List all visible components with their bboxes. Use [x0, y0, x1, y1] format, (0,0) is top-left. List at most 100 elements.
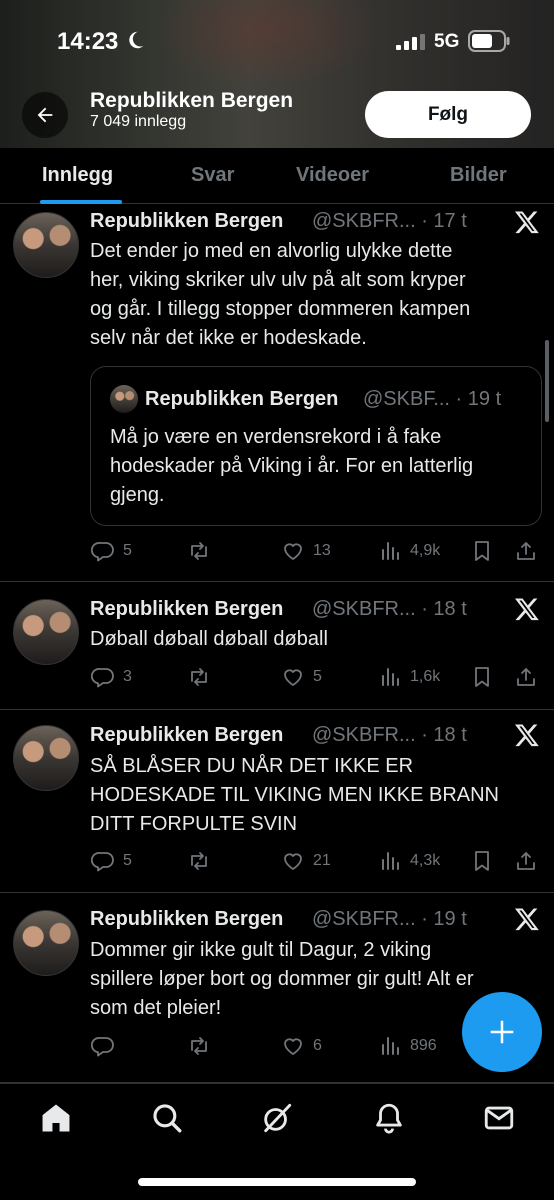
tweet-text: Døball døball døball døball: [90, 625, 535, 654]
reply-button[interactable]: [91, 1031, 123, 1061]
tab-images[interactable]: Bilder: [450, 164, 507, 187]
tweet-text: Det ender jo med en alvorlig ulykke dett…: [90, 237, 535, 353]
tweet-handle-time: @SKBFR... · 19 t: [312, 908, 467, 930]
signal-icon: [396, 34, 425, 50]
heart-icon: [284, 853, 302, 870]
heart-icon: [284, 669, 302, 686]
reply-count: 3: [123, 668, 132, 685]
tweet-text-line: her, viking skriker ulv ulv på alt som k…: [90, 269, 466, 291]
reply-icon: [91, 542, 114, 562]
bookmark-icon: [475, 541, 489, 561]
repost-button[interactable]: [187, 662, 219, 692]
battery-icon: [468, 30, 510, 52]
x-logo-icon: [514, 598, 539, 621]
bookmark-icon: [475, 667, 489, 687]
quoted-text-line: hodeskader på Viking i år. For en latter…: [110, 455, 474, 477]
moon-icon: [129, 31, 144, 49]
repost-button[interactable]: [187, 1031, 219, 1061]
x-logo-icon: [514, 211, 539, 234]
views-button[interactable]: 4,9k: [378, 536, 440, 566]
compose-button[interactable]: [462, 992, 542, 1072]
avatar[interactable]: [13, 910, 79, 976]
tweet-text-line: Døball døball døball døball: [90, 628, 328, 650]
tweet-handle-time: @SKBFR... · 18 t: [312, 724, 467, 746]
tweet-author-name[interactable]: Republikken Bergen: [90, 210, 283, 233]
plus-icon: [490, 1020, 514, 1044]
reply-count: 5: [123, 852, 132, 869]
avatar[interactable]: [13, 599, 79, 665]
reply-icon: [91, 1037, 114, 1057]
tweet-text-line: SÅ BLÅSER DU NÅR DET IKKE ER: [90, 755, 414, 777]
share-button[interactable]: [514, 846, 538, 876]
tweet-handle-time: @SKBFR... · 18 t: [312, 598, 467, 620]
post-count: 7 049 innlegg: [90, 113, 187, 130]
share-icon: [517, 668, 535, 686]
views-button[interactable]: 4,3k: [378, 846, 440, 876]
like-button[interactable]: 6: [281, 1031, 322, 1061]
share-icon: [517, 852, 535, 870]
repost-button[interactable]: [187, 536, 219, 566]
tweet-text-line: HODESKADE TIL VIKING MEN IKKE BRANN: [90, 784, 499, 806]
like-count: 6: [313, 1037, 322, 1054]
views-count: 896: [410, 1037, 437, 1054]
reply-count: 5: [123, 542, 132, 559]
search-icon[interactable]: [150, 1101, 184, 1135]
page-title: Republikken Bergen: [90, 89, 294, 112]
avatar[interactable]: [13, 725, 79, 791]
views-count: 1,6k: [410, 668, 441, 685]
tweet-author-name[interactable]: Republikken Bergen: [90, 598, 283, 621]
tweet-actions: 5 13 4,9k: [0, 536, 554, 566]
like-button[interactable]: 13: [281, 536, 331, 566]
tweet-author-name[interactable]: Republikken Bergen: [90, 908, 283, 931]
views-count: 4,3k: [410, 852, 441, 869]
views-button[interactable]: 896: [378, 1031, 437, 1061]
like-count: 5: [313, 668, 322, 685]
quoted-avatar: [110, 385, 138, 413]
like-button[interactable]: 5: [281, 662, 322, 692]
like-count: 21: [313, 852, 331, 869]
tweet-handle-time: @SKBFR... · 17 t: [312, 210, 467, 232]
repost-icon: [191, 668, 207, 686]
tweet-text-line: Dommer gir ikke gult til Dagur, 2 viking: [90, 939, 432, 961]
repost-button[interactable]: [187, 846, 219, 876]
heart-icon: [284, 543, 302, 560]
like-count: 13: [313, 542, 331, 559]
bookmark-button[interactable]: [470, 846, 494, 876]
tab-posts[interactable]: Innlegg: [42, 164, 113, 187]
repost-icon: [191, 542, 207, 560]
views-icon: [382, 852, 399, 870]
tweet-text-line: spillere løper bort og dommer gir gult! …: [90, 968, 474, 990]
tweet-actions: 5 21 4,3k: [0, 846, 554, 876]
repost-icon: [191, 1037, 207, 1055]
home-icon[interactable]: [39, 1101, 73, 1135]
follow-button[interactable]: Følg: [365, 91, 531, 138]
tab-replies[interactable]: Svar: [191, 164, 234, 187]
reply-button[interactable]: 3: [91, 662, 132, 692]
tweet-text-line: Det ender jo med en alvorlig ulykke dett…: [90, 240, 453, 262]
avatar[interactable]: [13, 212, 79, 278]
status-bar: 14:23 5G: [0, 0, 554, 84]
reply-button[interactable]: 5: [91, 846, 132, 876]
bookmark-button[interactable]: [470, 536, 494, 566]
views-icon: [382, 668, 399, 686]
share-button[interactable]: [514, 536, 538, 566]
reply-icon: [91, 852, 114, 872]
like-button[interactable]: 21: [281, 846, 331, 876]
share-icon: [517, 542, 535, 560]
mail-icon[interactable]: [482, 1101, 516, 1135]
bell-icon[interactable]: [372, 1101, 406, 1135]
heart-icon: [284, 1038, 302, 1055]
tweet-author-name[interactable]: Republikken Bergen: [90, 724, 283, 747]
views-button[interactable]: 1,6k: [378, 662, 440, 692]
quoted-author-name: Republikken Bergen: [145, 388, 339, 410]
grok-icon[interactable]: [260, 1101, 294, 1135]
share-button[interactable]: [514, 662, 538, 692]
bookmark-button[interactable]: [470, 662, 494, 692]
views-count: 4,9k: [410, 542, 441, 559]
tweet-text-line: og går. I tillegg stopper dommeren kampe…: [90, 298, 471, 320]
tab-videos[interactable]: Videoer: [296, 164, 369, 187]
bookmark-icon: [475, 851, 489, 871]
back-button[interactable]: [22, 92, 68, 138]
scrollbar[interactable]: [545, 340, 549, 422]
reply-button[interactable]: 5: [91, 536, 132, 566]
